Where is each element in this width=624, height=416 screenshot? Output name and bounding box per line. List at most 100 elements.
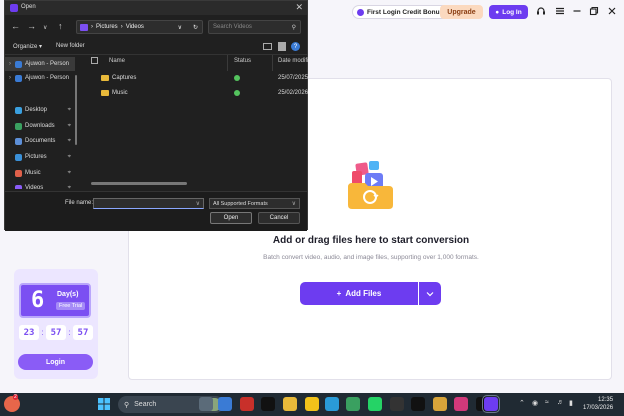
sync-status-icon [234, 90, 240, 96]
chevron-down-icon[interactable]: ∨ [196, 200, 200, 207]
pin-icon[interactable]: ⌖ [68, 154, 71, 161]
address-bar[interactable]: › Pictures › Videos ∨ ↻ [76, 20, 203, 34]
taskbar: 2 ⚲ Search ⌃ ◉ ≈ ♬ ▮ 12:35 17/03/2026 [0, 393, 624, 416]
trial-day-number: 6 [31, 288, 45, 313]
taskbar-app-norton-icon[interactable] [305, 397, 319, 411]
pin-icon[interactable]: ⌖ [68, 123, 71, 130]
folder-media-illustration-icon [348, 161, 393, 209]
back-arrow-icon[interactable]: ← [11, 21, 20, 31]
drop-subtitle: Batch convert video, audio, and image fi… [263, 254, 479, 261]
column-divider[interactable] [272, 55, 273, 71]
restore-icon[interactable] [588, 5, 600, 17]
column-status[interactable]: Status [234, 58, 251, 64]
close-icon[interactable] [606, 5, 618, 17]
login-button[interactable]: ● Log In [489, 5, 528, 19]
music-icon [15, 169, 22, 177]
taskbar-app-acrobat-icon[interactable] [240, 397, 254, 411]
breadcrumb-videos[interactable]: Videos [126, 24, 144, 30]
promo-login-button[interactable]: Login [18, 354, 93, 370]
pin-icon[interactable]: ⌖ [68, 107, 71, 114]
file-date-modified: 25/02/2026 [278, 90, 309, 96]
select-all-checkbox[interactable] [91, 57, 98, 64]
nav-item[interactable]: Pictures ⌖ [5, 150, 75, 164]
file-row[interactable]: Captures 25/07/2025 [89, 72, 308, 86]
navigation-scrollbar[interactable] [75, 75, 77, 145]
taskbar-app-whatsapp-icon[interactable] [368, 397, 382, 411]
forward-arrow-icon[interactable]: → [27, 21, 36, 31]
pin-icon[interactable]: ⌖ [68, 138, 71, 145]
search-input[interactable]: Search Videos ⚲ [208, 20, 301, 34]
new-folder-button[interactable]: New folder [56, 43, 85, 49]
taskbar-search-label: Search [134, 401, 157, 408]
help-icon[interactable]: ? [291, 42, 300, 51]
plus-icon: + [336, 289, 342, 298]
add-files-dropdown-button[interactable] [419, 282, 441, 305]
address-dropdown-icon[interactable]: ∨ [178, 24, 182, 31]
taskbar-app-instagram-icon[interactable] [454, 397, 468, 411]
downloads-icon [15, 122, 22, 130]
drop-title: Add or drag files here to start conversi… [272, 235, 470, 246]
preview-pane-icon[interactable] [278, 42, 286, 51]
recent-chevron-icon[interactable]: ∨ [43, 23, 47, 33]
taskbar-app-store-icon[interactable] [218, 397, 232, 411]
file-type-select[interactable]: All Supported Formats ∨ [209, 198, 300, 209]
expand-chevron-icon[interactable]: › [5, 75, 15, 81]
taskbar-app-converter-icon[interactable] [482, 395, 500, 413]
taskbar-app-explorer-icon[interactable] [283, 397, 297, 411]
horizontal-scrollbar[interactable] [91, 182, 187, 185]
file-name: Music [112, 90, 128, 96]
minimize-icon[interactable] [571, 5, 583, 17]
up-arrow-icon[interactable]: ↑ [58, 21, 63, 31]
windows-start-icon[interactable] [98, 398, 110, 410]
expand-chevron-icon[interactable]: › [5, 61, 15, 67]
nav-item[interactable]: Desktop ⌖ [5, 103, 75, 117]
tray-overflow-icon[interactable]: ⌃ [519, 399, 525, 407]
column-name[interactable]: Name [109, 58, 125, 64]
timer-separator: : [68, 328, 71, 337]
file-name-input[interactable]: ∨ [93, 198, 204, 209]
refresh-icon[interactable]: ↻ [193, 24, 198, 31]
system-clock[interactable]: 12:35 17/03/2026 [583, 396, 613, 412]
taskbar-app-chrome-2-icon[interactable] [433, 397, 447, 411]
taskbar-app-netflix-icon[interactable] [261, 397, 275, 411]
pin-icon[interactable]: ⌖ [68, 170, 71, 177]
column-date-modified[interactable]: Date modifi [278, 58, 308, 64]
add-files-button[interactable]: + Add Files [300, 282, 418, 305]
taskbar-app-unknown-icon[interactable] [390, 397, 404, 411]
column-divider[interactable] [227, 55, 228, 71]
dialog-close-icon[interactable]: ✕ [295, 2, 303, 13]
nav-item-label: Downloads [25, 123, 55, 129]
open-button[interactable]: Open [210, 212, 252, 224]
pin-icon[interactable]: ⌖ [68, 185, 71, 190]
trial-days-card: 6 Day(s) Free Trial [19, 283, 91, 318]
file-row[interactable]: Music 25/02/2026 [89, 87, 309, 101]
cancel-button[interactable]: Cancel [258, 212, 300, 224]
taskbar-app-edge-icon[interactable] [325, 397, 339, 411]
nav-item[interactable]: Videos ⌖ [5, 181, 75, 189]
app-icon [10, 4, 18, 12]
headset-icon[interactable] [535, 5, 547, 17]
nav-item[interactable]: › Ajuwon - Person [5, 71, 75, 85]
trial-days-label: Day(s) [57, 291, 79, 298]
open-file-dialog: Open ✕ ← → ∨ ↑ › Pictures › Videos ∨ ↻ S… [4, 0, 309, 231]
nav-item[interactable]: › Ajuwon - Person [5, 57, 75, 71]
nav-item[interactable]: Downloads ⌖ [5, 119, 75, 133]
menu-icon[interactable] [554, 5, 566, 17]
taskbar-app-files-icon[interactable] [199, 397, 213, 411]
taskbar-app-chrome-icon[interactable] [346, 397, 360, 411]
taskbar-app-tiktok-icon[interactable] [411, 397, 425, 411]
nav-item-label: Documents [25, 138, 56, 144]
tray-app-icon[interactable]: ◉ [532, 399, 538, 407]
breadcrumb-pictures[interactable]: Pictures [96, 24, 118, 30]
wifi-icon[interactable]: ≈ [545, 399, 549, 406]
volume-icon[interactable]: ♬ [557, 399, 564, 406]
view-options-icon[interactable] [263, 43, 272, 50]
nav-item[interactable]: Music ⌖ [5, 166, 75, 180]
nav-item-label: Videos [25, 185, 44, 189]
battery-icon[interactable]: ▮ [569, 399, 573, 407]
credit-bonus-button[interactable]: First Login Credit Bonus [352, 5, 451, 19]
chevron-down-icon: ∨ [291, 201, 296, 207]
upgrade-button[interactable]: Upgrade [440, 5, 483, 19]
organize-button[interactable]: Organize ▾ [13, 43, 42, 50]
nav-item[interactable]: Documents ⌖ [5, 134, 75, 148]
